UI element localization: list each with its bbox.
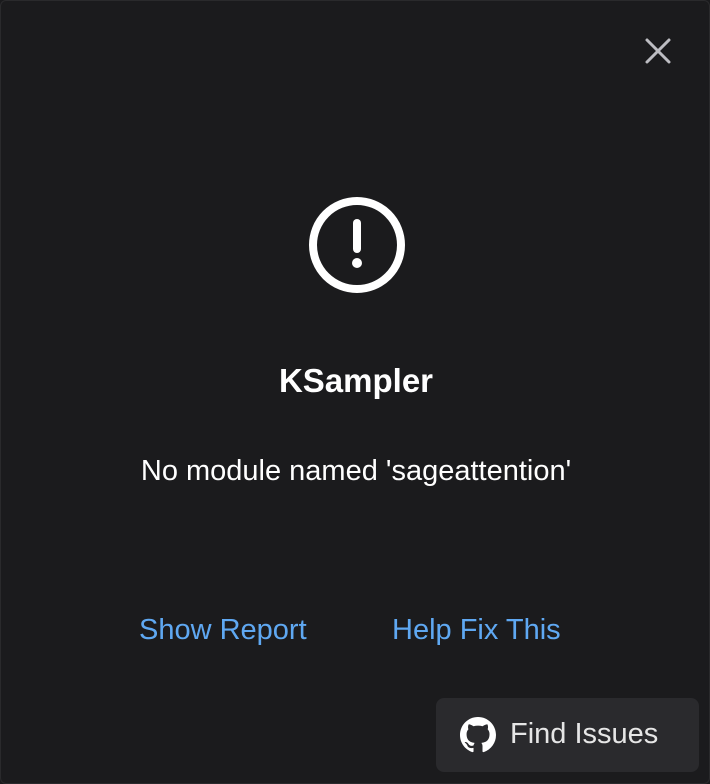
error-message: No module named 'sageattention' — [140, 455, 572, 487]
show-report-link[interactable]: Show Report — [139, 610, 307, 650]
exclamation-circle-icon — [309, 197, 405, 293]
close-button[interactable] — [638, 31, 678, 71]
error-dialog: KSampler No module named 'sageattention'… — [0, 0, 710, 784]
help-fix-link[interactable]: Help Fix This — [392, 610, 561, 650]
dialog-title: KSampler — [278, 362, 434, 399]
find-issues-label: Find Issues — [510, 718, 659, 750]
close-icon — [645, 38, 671, 64]
github-icon — [460, 717, 496, 753]
find-issues-button[interactable]: Find Issues — [436, 698, 699, 772]
